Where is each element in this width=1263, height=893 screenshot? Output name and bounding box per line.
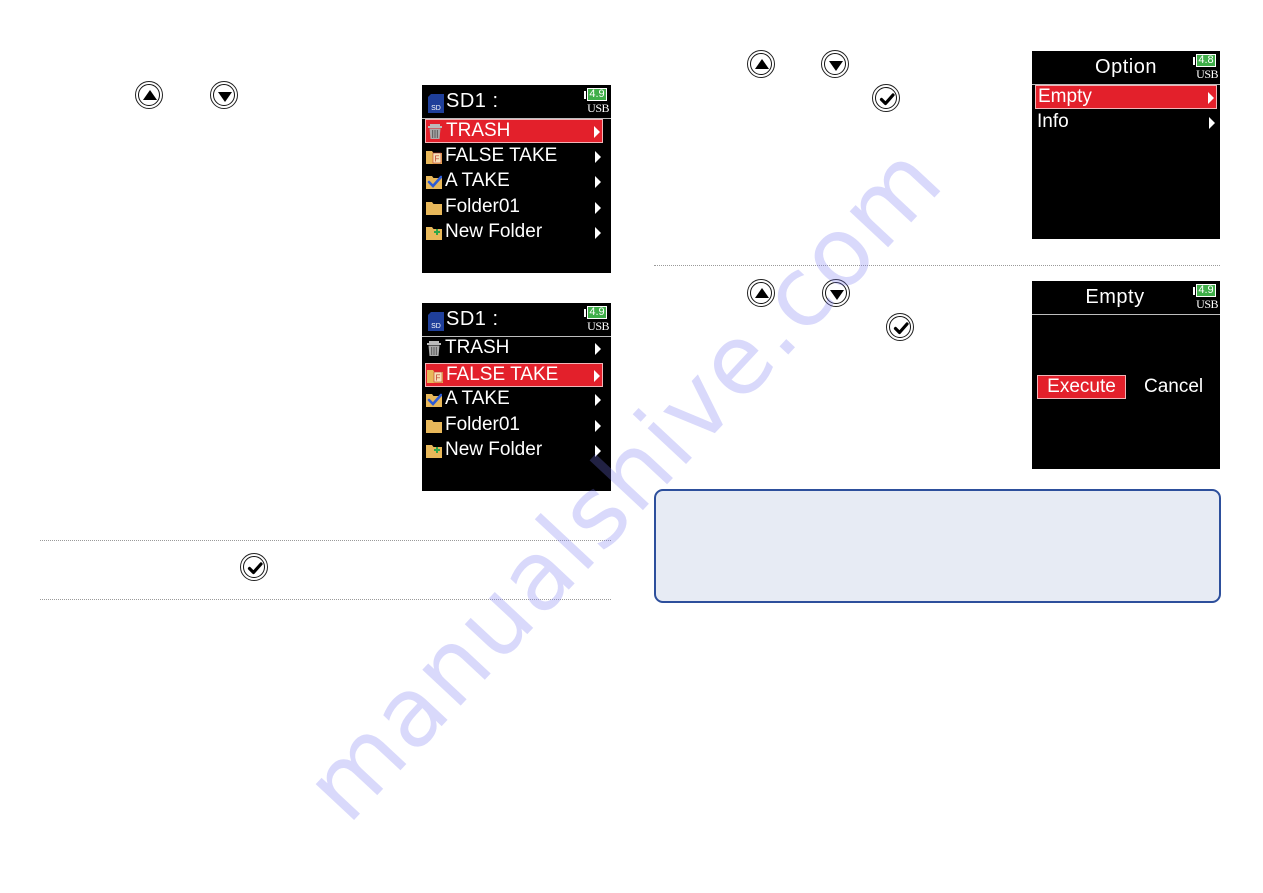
folder-icon — [426, 419, 442, 433]
menu-item-label: TRASH — [446, 120, 511, 141]
chevron-right-icon — [595, 394, 601, 407]
menu-item-false-take[interactable]: F FALSE TAKE — [425, 362, 603, 387]
option-screen: Option 4.8 USB Empty Info — [1032, 51, 1220, 239]
down-button-icon — [210, 81, 238, 109]
svg-text:F: F — [436, 373, 441, 382]
folder-icon — [426, 201, 442, 215]
trash-icon — [427, 341, 441, 356]
menu-item-folder01[interactable]: Folder01 — [425, 196, 603, 220]
menu-item-false-take[interactable]: F FALSE TAKE — [425, 145, 603, 169]
chevron-right-icon — [595, 150, 601, 163]
power-source: USB — [1196, 67, 1218, 81]
svg-text:SD: SD — [431, 105, 441, 112]
menu-item-info[interactable]: Info — [1035, 111, 1217, 135]
a-take-folder-icon — [426, 393, 442, 408]
enter-button-icon — [240, 553, 268, 581]
menu-item-label: A TAKE — [445, 388, 510, 410]
down-button-icon — [822, 279, 850, 307]
cancel-button[interactable]: Cancel — [1144, 376, 1203, 398]
a-take-folder-icon — [426, 175, 442, 190]
chevron-right-icon — [595, 176, 601, 189]
folder-list-screen-false-take-selected: SD SD1 : 4.9 USB TRASH F FALSE TAKE A TAK… — [422, 303, 611, 491]
chevron-right-icon — [1209, 117, 1215, 129]
section-divider — [40, 599, 611, 600]
chevron-right-icon — [595, 419, 601, 432]
chevron-right-icon — [595, 445, 601, 458]
empty-confirm-screen: Empty 4.9 USB Execute Cancel — [1032, 281, 1220, 469]
menu-item-label: TRASH — [445, 337, 510, 358]
menu-item-label: Folder01 — [445, 195, 520, 217]
menu-item-label: Empty — [1038, 86, 1092, 107]
battery-indicator: 4.9 — [1193, 284, 1217, 298]
trash-icon — [428, 124, 442, 139]
screen-header: Empty 4.9 USB — [1032, 281, 1220, 315]
menu-item-empty[interactable]: Empty — [1035, 85, 1217, 109]
menu-item-new-folder[interactable]: New Folder — [425, 439, 603, 463]
up-button-icon — [747, 279, 775, 307]
enter-button-icon — [872, 84, 900, 112]
sd-card-icon: SD — [428, 312, 444, 331]
menu-item-label: FALSE TAKE — [446, 363, 559, 385]
false-take-folder-icon: F — [427, 369, 443, 383]
screen-title: SD1 : — [446, 308, 499, 330]
chevron-right-icon — [595, 201, 601, 214]
battery-indicator: 4.8 — [1193, 54, 1217, 68]
menu-item-folder01[interactable]: Folder01 — [425, 414, 603, 438]
battery-indicator: 4.9 — [584, 306, 608, 320]
screen-header: SD SD1 : 4.9 USB — [422, 303, 611, 337]
menu-item-trash[interactable]: TRASH — [425, 337, 603, 361]
battery-level: 4.8 — [1196, 54, 1216, 67]
new-folder-icon — [426, 445, 442, 459]
power-source: USB — [1196, 297, 1218, 311]
menu-item-label: FALSE TAKE — [445, 144, 558, 166]
menu-item-a-take[interactable]: A TAKE — [425, 388, 603, 412]
section-divider — [40, 540, 611, 541]
new-folder-icon — [426, 227, 442, 241]
battery-level: 4.9 — [587, 88, 607, 101]
menu-item-label: Folder01 — [445, 413, 520, 435]
chevron-right-icon — [595, 343, 601, 355]
svg-text:SD: SD — [431, 323, 441, 330]
up-button-icon — [135, 81, 163, 109]
chevron-right-icon — [594, 369, 600, 382]
battery-level: 4.9 — [587, 306, 607, 319]
up-button-icon — [747, 50, 775, 78]
section-divider — [654, 265, 1220, 266]
menu-item-label: New Folder — [445, 221, 543, 243]
sd-card-icon: SD — [428, 94, 444, 113]
note-box — [654, 489, 1221, 603]
menu-item-label: Info — [1037, 111, 1069, 132]
menu-item-label: A TAKE — [445, 170, 510, 192]
screen-header: SD SD1 : 4.9 USB — [422, 85, 611, 119]
battery-level: 4.9 — [1196, 284, 1216, 297]
power-source: USB — [587, 319, 609, 333]
screen-title: Option — [1095, 56, 1157, 78]
menu-item-label: New Folder — [445, 439, 543, 461]
false-take-folder-icon: F — [426, 150, 442, 164]
chevron-right-icon — [1208, 92, 1214, 104]
screen-header: Option 4.8 USB — [1032, 51, 1220, 85]
down-button-icon — [821, 50, 849, 78]
svg-text:F: F — [435, 154, 440, 163]
enter-button-icon — [886, 313, 914, 341]
menu-item-new-folder[interactable]: New Folder — [425, 221, 603, 245]
power-source: USB — [587, 101, 609, 115]
screen-title: SD1 : — [446, 90, 499, 112]
chevron-right-icon — [594, 126, 600, 138]
watermark: manualshive.com — [283, 123, 965, 843]
chevron-right-icon — [595, 227, 601, 240]
screen-title: Empty — [1085, 286, 1145, 308]
battery-indicator: 4.9 — [584, 88, 608, 102]
menu-item-trash[interactable]: TRASH — [425, 119, 603, 143]
execute-button[interactable]: Execute — [1037, 375, 1126, 399]
menu-item-a-take[interactable]: A TAKE — [425, 170, 603, 194]
folder-list-screen-trash-selected: SD SD1 : 4.9 USB TRASH F FALSE TAKE A TAK… — [422, 85, 611, 273]
